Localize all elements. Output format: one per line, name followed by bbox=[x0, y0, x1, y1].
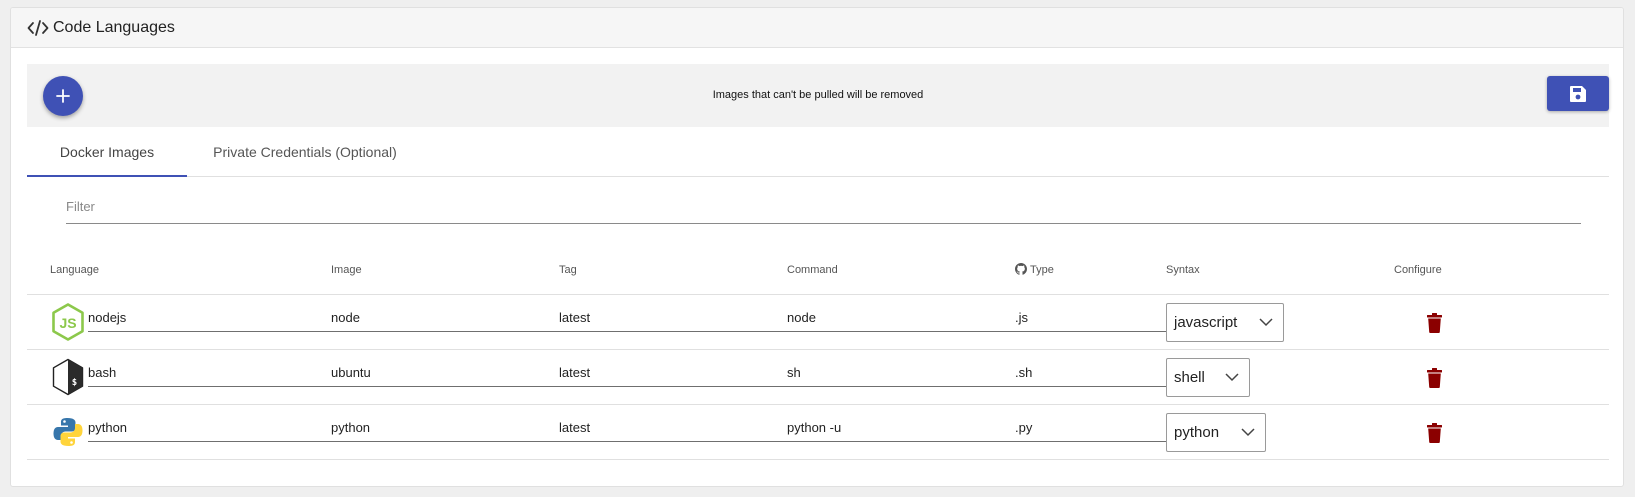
github-icon bbox=[1015, 263, 1027, 275]
syntax-select[interactable]: javascript bbox=[1166, 303, 1284, 342]
column-header-type: Type bbox=[1015, 245, 1054, 295]
column-header-image: Image bbox=[331, 264, 362, 276]
warning-message: Images that can't be pulled will be remo… bbox=[712, 89, 924, 101]
column-header-language: Language bbox=[50, 264, 99, 276]
chevron-down-icon bbox=[1225, 373, 1239, 382]
type-input[interactable]: .sh bbox=[1015, 359, 1166, 387]
image-input[interactable]: node bbox=[331, 304, 559, 332]
filter-input[interactable] bbox=[66, 190, 1581, 223]
tag-input[interactable]: latest bbox=[559, 359, 787, 387]
toolbar: Images that can't be pulled will be remo… bbox=[27, 64, 1609, 127]
column-header-tag: Tag bbox=[559, 264, 577, 276]
plus-icon bbox=[56, 89, 70, 103]
syntax-value: shell bbox=[1174, 369, 1205, 386]
column-header-type-label: Type bbox=[1030, 264, 1054, 276]
syntax-value: python bbox=[1174, 424, 1220, 441]
type-input[interactable]: .js bbox=[1015, 304, 1166, 332]
syntax-select[interactable]: shell bbox=[1166, 358, 1250, 397]
delete-trash-icon[interactable] bbox=[1426, 313, 1443, 333]
table-row: $ bash ubuntu latest sh .sh shell bbox=[27, 350, 1609, 405]
svg-text:JS: JS bbox=[59, 315, 76, 331]
column-header-command: Command bbox=[787, 264, 838, 276]
language-input[interactable]: bash bbox=[88, 359, 331, 387]
type-input[interactable]: .py bbox=[1015, 414, 1166, 442]
languages-table: Language Image Tag Command Type Syntax C… bbox=[27, 245, 1609, 460]
nodejs-logo-icon: JS bbox=[52, 303, 84, 341]
tag-input[interactable]: latest bbox=[559, 414, 787, 442]
column-header-configure: Configure bbox=[1394, 264, 1442, 276]
command-input[interactable]: python -u bbox=[787, 414, 1015, 442]
floppy-disk-icon bbox=[1570, 85, 1586, 102]
syntax-select[interactable]: python bbox=[1166, 413, 1266, 452]
table-row: JS nodejs node latest node .js javascrip… bbox=[27, 295, 1609, 350]
chevron-down-icon bbox=[1241, 428, 1255, 437]
chevron-down-icon bbox=[1259, 318, 1273, 327]
filter-field[interactable] bbox=[66, 190, 1581, 224]
language-input[interactable]: python bbox=[88, 414, 331, 442]
save-button[interactable] bbox=[1547, 76, 1609, 111]
tab-label: Private Credentials (Optional) bbox=[213, 144, 397, 160]
tab-label: Docker Images bbox=[59, 144, 155, 160]
table-row: python python latest python -u .py pytho… bbox=[27, 405, 1609, 460]
language-input[interactable]: nodejs bbox=[88, 304, 331, 332]
tab-bar: Docker Images Private Credentials (Optio… bbox=[27, 127, 1609, 177]
bash-logo-icon: $ bbox=[52, 358, 84, 396]
column-header-syntax: Syntax bbox=[1166, 264, 1200, 276]
delete-trash-icon[interactable] bbox=[1426, 423, 1443, 443]
delete-trash-icon[interactable] bbox=[1426, 368, 1443, 388]
tab-private-credentials[interactable]: Private Credentials (Optional) bbox=[187, 127, 423, 177]
code-icon bbox=[27, 19, 49, 36]
tag-input[interactable]: latest bbox=[559, 304, 787, 332]
page-title: Code Languages bbox=[53, 18, 175, 36]
python-logo-icon bbox=[53, 418, 83, 446]
svg-text:$: $ bbox=[72, 378, 77, 388]
add-language-button[interactable] bbox=[43, 76, 83, 116]
command-input[interactable]: sh bbox=[787, 359, 1015, 387]
syntax-value: javascript bbox=[1174, 314, 1238, 331]
card-header: Code Languages bbox=[11, 8, 1623, 48]
active-tab-indicator bbox=[27, 175, 187, 177]
table-header: Language Image Tag Command Type Syntax C… bbox=[27, 245, 1609, 295]
command-input[interactable]: node bbox=[787, 304, 1015, 332]
image-input[interactable]: ubuntu bbox=[331, 359, 559, 387]
code-languages-card: Code Languages Images that can't be pull… bbox=[10, 7, 1624, 487]
image-input[interactable]: python bbox=[331, 414, 559, 442]
tab-docker-images[interactable]: Docker Images bbox=[27, 127, 187, 177]
